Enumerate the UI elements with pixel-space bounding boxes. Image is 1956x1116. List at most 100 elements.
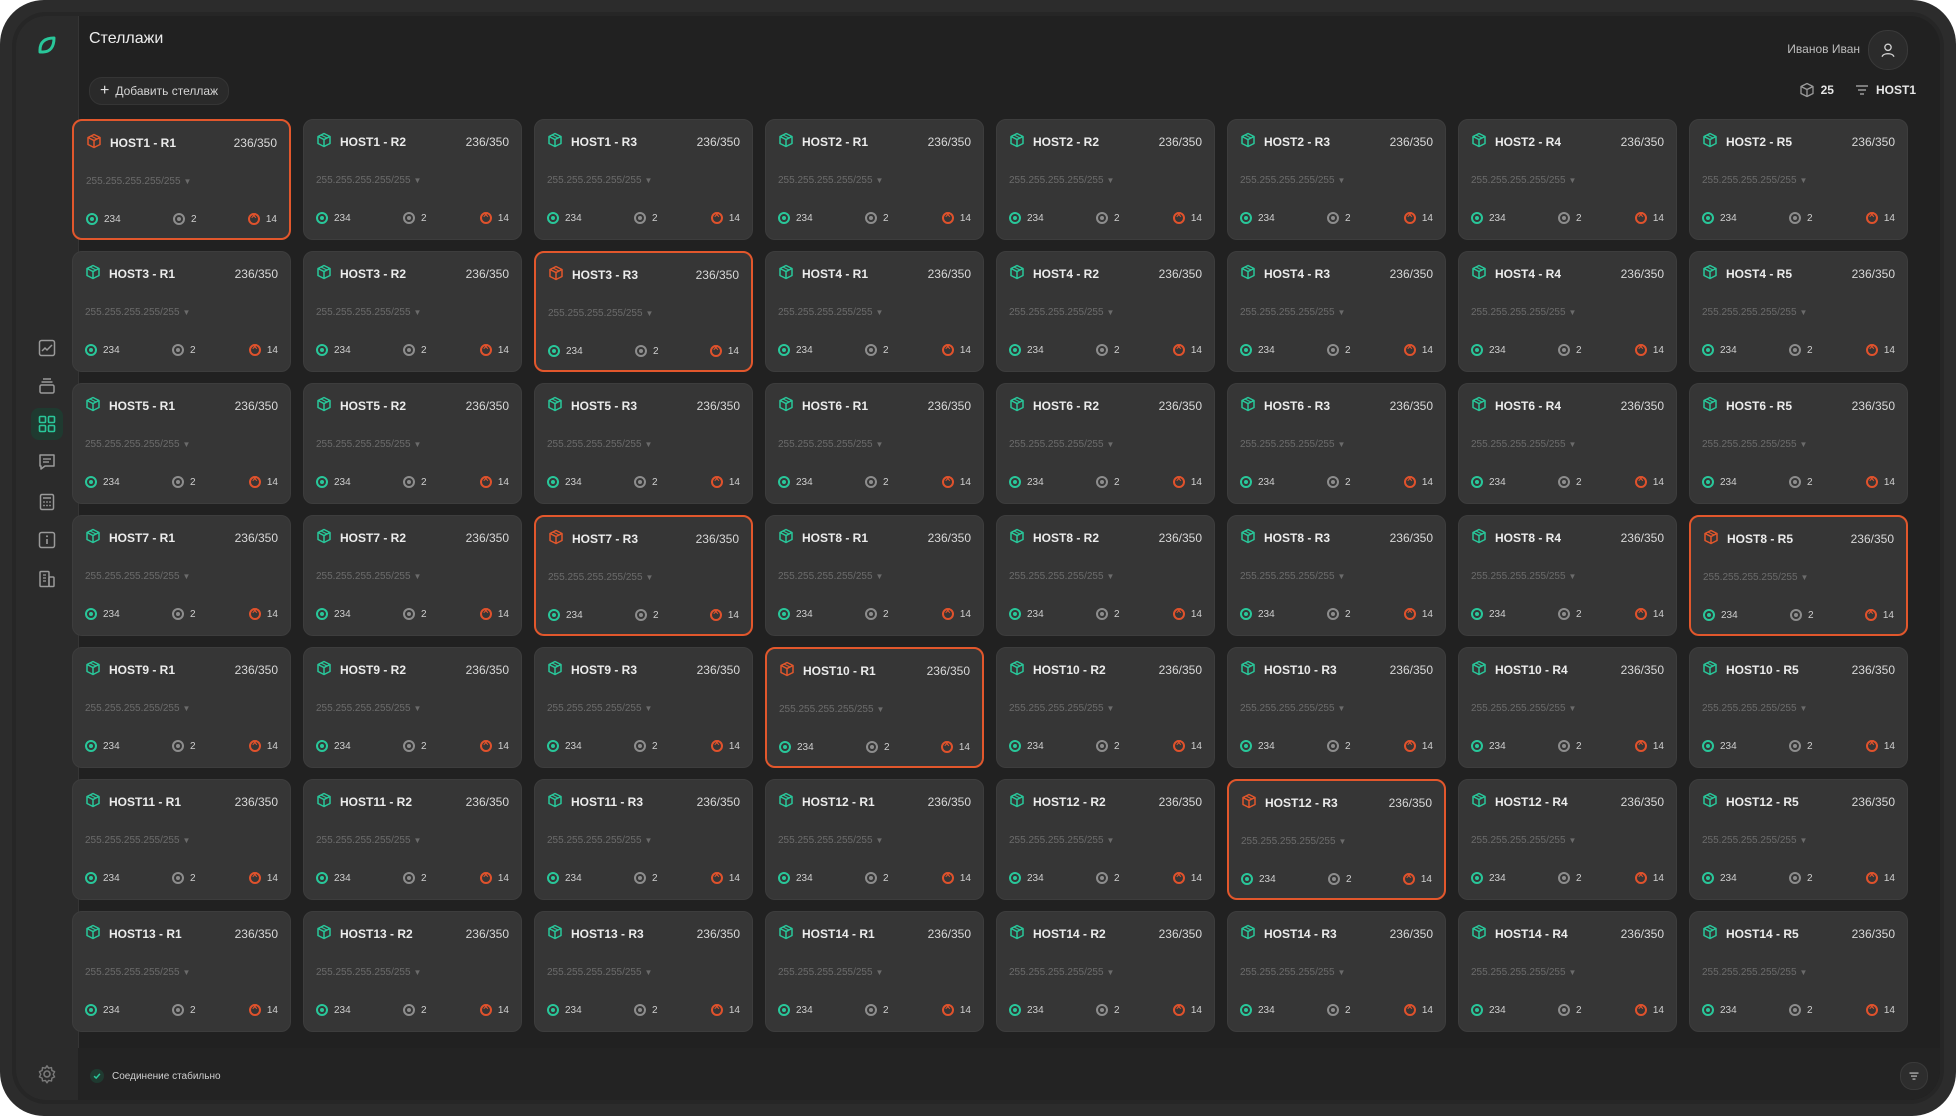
rack-ip-select[interactable]: 255.255.255.255/255 ▼ xyxy=(316,307,421,318)
rack-ip-select[interactable]: 255.255.255.255/255 ▼ xyxy=(316,175,421,186)
rack-ip-select[interactable]: 255.255.255.255/255 ▼ xyxy=(85,307,190,318)
rack-card[interactable]: HOST11 - R3 236/350 255.255.255.255/255 ▼ 23… xyxy=(534,779,753,900)
rack-ip-select[interactable]: 255.255.255.255/255 ▼ xyxy=(316,703,421,714)
rack-card[interactable]: HOST6 - R3 236/350 255.255.255.255/255 ▼ 234… xyxy=(1227,383,1446,504)
rack-ip-select[interactable]: 255.255.255.255/255 ▼ xyxy=(1471,571,1576,582)
rack-ip-select[interactable]: 255.255.255.255/255 ▼ xyxy=(1009,439,1114,450)
rack-card[interactable]: HOST5 - R1 236/350 255.255.255.255/255 ▼ 234… xyxy=(72,383,291,504)
rack-ip-select[interactable]: 255.255.255.255/255 ▼ xyxy=(1009,175,1114,186)
rack-ip-select[interactable]: 255.255.255.255/255 ▼ xyxy=(1702,967,1807,978)
rack-card[interactable]: HOST8 - R4 236/350 255.255.255.255/255 ▼ 234… xyxy=(1458,515,1677,636)
rack-ip-select[interactable]: 255.255.255.255/255 ▼ xyxy=(778,439,883,450)
rack-ip-select[interactable]: 255.255.255.255/255 ▼ xyxy=(1702,175,1807,186)
rack-card[interactable]: HOST1 - R2 236/350 255.255.255.255/255 ▼ 234… xyxy=(303,119,522,240)
rack-card[interactable]: HOST10 - R2 236/350 255.255.255.255/255 ▼ 23… xyxy=(996,647,1215,768)
rack-card[interactable]: HOST11 - R1 236/350 255.255.255.255/255 ▼ 23… xyxy=(72,779,291,900)
rack-card[interactable]: HOST14 - R5 236/350 255.255.255.255/255 ▼ 23… xyxy=(1689,911,1908,1032)
rack-card[interactable]: HOST1 - R3 236/350 255.255.255.255/255 ▼ 234… xyxy=(534,119,753,240)
rack-card[interactable]: HOST1 - R1 236/350 255.255.255.255/255 ▼ 234… xyxy=(72,119,291,240)
sidebar-item-layers[interactable] xyxy=(31,370,63,402)
rack-card[interactable]: HOST10 - R3 236/350 255.255.255.255/255 ▼ 23… xyxy=(1227,647,1446,768)
rack-card[interactable]: HOST4 - R5 236/350 255.255.255.255/255 ▼ 234… xyxy=(1689,251,1908,372)
rack-ip-select[interactable]: 255.255.255.255/255 ▼ xyxy=(316,967,421,978)
rack-ip-select[interactable]: 255.255.255.255/255 ▼ xyxy=(1009,571,1114,582)
rack-card[interactable]: HOST8 - R3 236/350 255.255.255.255/255 ▼ 234… xyxy=(1227,515,1446,636)
rack-ip-select[interactable]: 255.255.255.255/255 ▼ xyxy=(1471,175,1576,186)
rack-card[interactable]: HOST12 - R2 236/350 255.255.255.255/255 ▼ 23… xyxy=(996,779,1215,900)
rack-card[interactable]: HOST4 - R1 236/350 255.255.255.255/255 ▼ 234… xyxy=(765,251,984,372)
rack-ip-select[interactable]: 255.255.255.255/255 ▼ xyxy=(547,439,652,450)
sidebar-item-racks[interactable] xyxy=(31,408,63,440)
rack-card[interactable]: HOST8 - R2 236/350 255.255.255.255/255 ▼ 234… xyxy=(996,515,1215,636)
rack-ip-select[interactable]: 255.255.255.255/255 ▼ xyxy=(1702,307,1807,318)
rack-ip-select[interactable]: 255.255.255.255/255 ▼ xyxy=(316,439,421,450)
rack-card[interactable]: HOST12 - R1 236/350 255.255.255.255/255 ▼ 23… xyxy=(765,779,984,900)
rack-ip-select[interactable]: 255.255.255.255/255 ▼ xyxy=(778,175,883,186)
rack-ip-select[interactable]: 255.255.255.255/255 ▼ xyxy=(86,176,191,187)
rack-ip-select[interactable]: 255.255.255.255/255 ▼ xyxy=(778,835,883,846)
host-filter-value[interactable]: HOST1 xyxy=(1876,83,1916,97)
rack-ip-select[interactable]: 255.255.255.255/255 ▼ xyxy=(1009,967,1114,978)
rack-card[interactable]: HOST6 - R5 236/350 255.255.255.255/255 ▼ 234… xyxy=(1689,383,1908,504)
rack-card[interactable]: HOST7 - R1 236/350 255.255.255.255/255 ▼ 234… xyxy=(72,515,291,636)
rack-card[interactable]: HOST3 - R1 236/350 255.255.255.255/255 ▼ 234… xyxy=(72,251,291,372)
rack-card[interactable]: HOST7 - R2 236/350 255.255.255.255/255 ▼ 234… xyxy=(303,515,522,636)
rack-card[interactable]: HOST9 - R2 236/350 255.255.255.255/255 ▼ 234… xyxy=(303,647,522,768)
rack-ip-select[interactable]: 255.255.255.255/255 ▼ xyxy=(1240,703,1345,714)
rack-card[interactable]: HOST6 - R4 236/350 255.255.255.255/255 ▼ 234… xyxy=(1458,383,1677,504)
rack-ip-select[interactable]: 255.255.255.255/255 ▼ xyxy=(1240,439,1345,450)
rack-card[interactable]: HOST4 - R4 236/350 255.255.255.255/255 ▼ 234… xyxy=(1458,251,1677,372)
rack-ip-select[interactable]: 255.255.255.255/255 ▼ xyxy=(1241,836,1346,847)
rack-card[interactable]: HOST13 - R3 236/350 255.255.255.255/255 ▼ 23… xyxy=(534,911,753,1032)
rack-card[interactable]: HOST5 - R3 236/350 255.255.255.255/255 ▼ 234… xyxy=(534,383,753,504)
rack-ip-select[interactable]: 255.255.255.255/255 ▼ xyxy=(547,835,652,846)
rack-card[interactable]: HOST14 - R4 236/350 255.255.255.255/255 ▼ 23… xyxy=(1458,911,1677,1032)
rack-card[interactable]: HOST8 - R1 236/350 255.255.255.255/255 ▼ 234… xyxy=(765,515,984,636)
rack-card[interactable]: HOST6 - R1 236/350 255.255.255.255/255 ▼ 234… xyxy=(765,383,984,504)
footer-filter-button[interactable] xyxy=(1900,1062,1928,1090)
rack-ip-select[interactable]: 255.255.255.255/255 ▼ xyxy=(778,307,883,318)
rack-card[interactable]: HOST11 - R2 236/350 255.255.255.255/255 ▼ 23… xyxy=(303,779,522,900)
rack-card[interactable]: HOST4 - R2 236/350 255.255.255.255/255 ▼ 234… xyxy=(996,251,1215,372)
sidebar-item-buildings[interactable] xyxy=(31,563,63,595)
sidebar-item-messages[interactable] xyxy=(31,446,63,478)
rack-ip-select[interactable]: 255.255.255.255/255 ▼ xyxy=(1703,572,1808,583)
sidebar-item-analytics[interactable] xyxy=(31,332,63,364)
rack-ip-select[interactable]: 255.255.255.255/255 ▼ xyxy=(1009,703,1114,714)
rack-ip-select[interactable]: 255.255.255.255/255 ▼ xyxy=(316,571,421,582)
filter-icon[interactable] xyxy=(1854,82,1870,98)
rack-ip-select[interactable]: 255.255.255.255/255 ▼ xyxy=(1240,571,1345,582)
rack-card[interactable]: HOST10 - R5 236/350 255.255.255.255/255 ▼ 23… xyxy=(1689,647,1908,768)
rack-ip-select[interactable]: 255.255.255.255/255 ▼ xyxy=(1009,835,1114,846)
rack-ip-select[interactable]: 255.255.255.255/255 ▼ xyxy=(778,571,883,582)
rack-card[interactable]: HOST9 - R3 236/350 255.255.255.255/255 ▼ 234… xyxy=(534,647,753,768)
rack-ip-select[interactable]: 255.255.255.255/255 ▼ xyxy=(1471,439,1576,450)
rack-ip-select[interactable]: 255.255.255.255/255 ▼ xyxy=(85,571,190,582)
rack-ip-select[interactable]: 255.255.255.255/255 ▼ xyxy=(1240,967,1345,978)
rack-card[interactable]: HOST10 - R4 236/350 255.255.255.255/255 ▼ 23… xyxy=(1458,647,1677,768)
rack-ip-select[interactable]: 255.255.255.255/255 ▼ xyxy=(547,967,652,978)
rack-ip-select[interactable]: 255.255.255.255/255 ▼ xyxy=(85,967,190,978)
rack-ip-select[interactable]: 255.255.255.255/255 ▼ xyxy=(547,703,652,714)
rack-ip-select[interactable]: 255.255.255.255/255 ▼ xyxy=(1702,439,1807,450)
rack-ip-select[interactable]: 255.255.255.255/255 ▼ xyxy=(1471,703,1576,714)
rack-ip-select[interactable]: 255.255.255.255/255 ▼ xyxy=(1240,175,1345,186)
rack-card[interactable]: HOST7 - R3 236/350 255.255.255.255/255 ▼ 234… xyxy=(534,515,753,636)
rack-card[interactable]: HOST12 - R5 236/350 255.255.255.255/255 ▼ 23… xyxy=(1689,779,1908,900)
rack-card[interactable]: HOST2 - R4 236/350 255.255.255.255/255 ▼ 234… xyxy=(1458,119,1677,240)
rack-ip-select[interactable]: 255.255.255.255/255 ▼ xyxy=(779,704,884,715)
rack-ip-select[interactable]: 255.255.255.255/255 ▼ xyxy=(1702,703,1807,714)
rack-ip-select[interactable]: 255.255.255.255/255 ▼ xyxy=(548,572,653,583)
avatar[interactable] xyxy=(1868,30,1908,70)
rack-card[interactable]: HOST14 - R1 236/350 255.255.255.255/255 ▼ 23… xyxy=(765,911,984,1032)
rack-ip-select[interactable]: 255.255.255.255/255 ▼ xyxy=(85,439,190,450)
rack-ip-select[interactable]: 255.255.255.255/255 ▼ xyxy=(316,835,421,846)
rack-card[interactable]: HOST12 - R4 236/350 255.255.255.255/255 ▼ 23… xyxy=(1458,779,1677,900)
sidebar-item-info[interactable] xyxy=(31,524,63,556)
logo-icon[interactable] xyxy=(31,30,63,62)
rack-card[interactable]: HOST14 - R2 236/350 255.255.255.255/255 ▼ 23… xyxy=(996,911,1215,1032)
rack-card[interactable]: HOST13 - R2 236/350 255.255.255.255/255 ▼ 23… xyxy=(303,911,522,1032)
rack-card[interactable]: HOST2 - R1 236/350 255.255.255.255/255 ▼ 234… xyxy=(765,119,984,240)
rack-card[interactable]: HOST12 - R3 236/350 255.255.255.255/255 ▼ 23… xyxy=(1227,779,1446,900)
rack-card[interactable]: HOST10 - R1 236/350 255.255.255.255/255 ▼ 23… xyxy=(765,647,984,768)
